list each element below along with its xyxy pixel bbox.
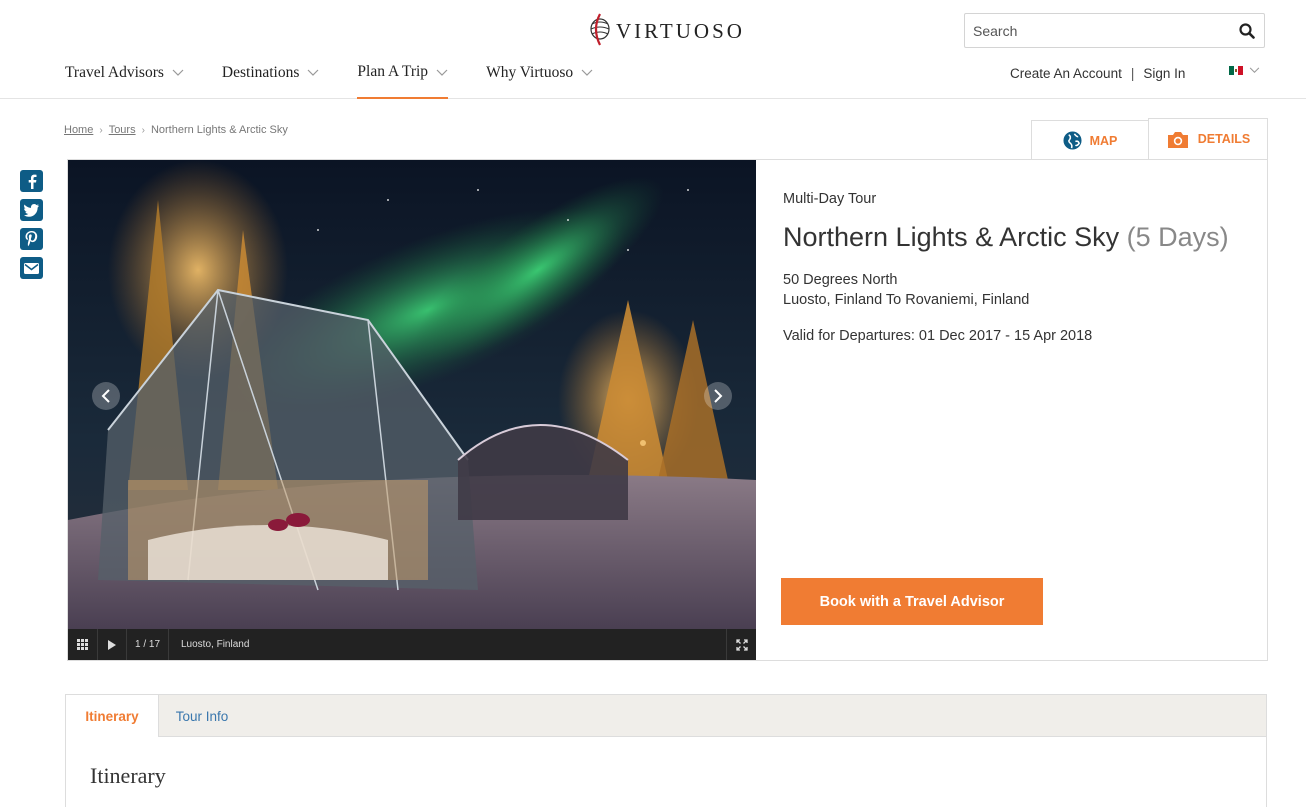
chevron-right-icon: › — [141, 124, 145, 136]
tour-duration: (5 Days) — [1126, 222, 1229, 252]
gallery-controls: 1 / 17 Luosto, Finland — [68, 629, 756, 660]
book-with-advisor-button[interactable]: Book with a Travel Advisor — [781, 578, 1043, 625]
account-links: Create An Account | Sign In — [1010, 66, 1185, 81]
grid-view-button[interactable] — [68, 629, 98, 660]
search-input[interactable] — [965, 14, 1230, 47]
site-header: Virtuoso Travel Advisors Destinations Pl… — [0, 0, 1306, 99]
chevron-down-icon — [436, 69, 448, 76]
nav-label: Destinations — [221, 64, 300, 81]
nav-label: Travel Advisors — [65, 64, 164, 81]
tab-itinerary[interactable]: Itinerary — [66, 695, 159, 737]
play-button[interactable] — [98, 629, 127, 660]
chevron-right-icon: › — [99, 124, 103, 136]
search-box — [964, 13, 1265, 48]
tab-details-label: DETAILS — [1197, 132, 1251, 146]
facebook-icon — [28, 174, 36, 189]
chevron-down-icon — [1249, 67, 1260, 73]
nav-label: Why Virtuoso — [486, 64, 574, 81]
virtuoso-logo[interactable]: Virtuoso — [588, 12, 745, 46]
facebook-share-button[interactable] — [20, 170, 43, 192]
gallery-photo[interactable] — [68, 160, 756, 629]
pinterest-share-button[interactable] — [20, 228, 43, 250]
twitter-icon — [24, 203, 39, 217]
photo-gallery: 1 / 17 Luosto, Finland — [68, 160, 756, 660]
fullscreen-button[interactable] — [726, 629, 756, 660]
tour-type: Multi-Day Tour — [783, 191, 877, 207]
nav-why-virtuoso[interactable]: Why Virtuoso — [486, 60, 593, 99]
email-share-button[interactable] — [20, 257, 43, 279]
breadcrumb-current: Northern Lights & Arctic Sky — [150, 124, 288, 136]
share-bar — [20, 170, 43, 279]
twitter-share-button[interactable] — [20, 199, 43, 221]
tour-valid-dates: Valid for Departures: 01 Dec 2017 - 15 A… — [783, 328, 1093, 344]
logo-text: Virtuoso — [616, 18, 745, 43]
tab-map[interactable]: MAP — [1031, 120, 1149, 160]
expand-icon — [735, 638, 748, 651]
gallery-next-button[interactable] — [704, 382, 732, 410]
play-icon — [108, 639, 116, 650]
nav-label: Plan A Trip — [357, 63, 429, 80]
main-nav: Travel Advisors Destinations Plan A Trip… — [65, 60, 631, 99]
mexico-flag-icon — [1229, 66, 1244, 75]
gallery-counter: 1 / 17 — [127, 629, 169, 660]
search-icon[interactable] — [1230, 14, 1264, 47]
nav-travel-advisors[interactable]: Travel Advisors — [65, 60, 184, 99]
tour-operator: 50 Degrees North — [783, 272, 898, 288]
tour-panel: 1 / 17 Luosto, Finland Multi-Day Tour No… — [67, 159, 1268, 661]
breadcrumb: Home › Tours › Northern Lights & Arctic … — [64, 124, 288, 136]
tour-route: Luosto, Finland To Rovaniemi, Finland — [783, 292, 1030, 308]
itinerary-section: Itinerary Tour Info Itinerary — [65, 694, 1267, 807]
grid-icon — [77, 639, 88, 650]
chevron-down-icon — [307, 69, 319, 76]
gallery-caption: Luosto, Finland — [181, 639, 250, 650]
email-icon — [24, 262, 39, 274]
nav-destinations[interactable]: Destinations — [222, 60, 320, 99]
tab-map-label: MAP — [1089, 133, 1118, 148]
itinerary-tabs: Itinerary Tour Info — [66, 695, 1266, 737]
language-selector[interactable] — [1229, 66, 1260, 75]
tour-title: Northern Lights & Arctic Sky (5 Days) — [783, 222, 1229, 253]
breadcrumb-home[interactable]: Home — [64, 124, 93, 136]
camera-icon — [1167, 131, 1188, 148]
itinerary-heading: Itinerary — [90, 763, 166, 788]
tab-details[interactable]: DETAILS — [1148, 118, 1268, 160]
gallery-prev-button[interactable] — [92, 382, 120, 410]
tour-title-text: Northern Lights & Arctic Sky — [783, 222, 1120, 252]
tab-tour-info[interactable]: Tour Info — [159, 695, 245, 737]
breadcrumb-tours[interactable]: Tours — [109, 124, 136, 136]
chevron-down-icon — [581, 69, 593, 76]
globe-icon — [1063, 131, 1082, 150]
create-account-link[interactable]: Create An Account — [1010, 66, 1122, 81]
chevron-right-icon — [714, 389, 723, 403]
sign-in-link[interactable]: Sign In — [1143, 66, 1185, 81]
nav-plan-a-trip[interactable]: Plan A Trip — [357, 60, 449, 99]
pinterest-icon — [25, 231, 38, 247]
chevron-left-icon — [101, 389, 110, 403]
globe-logo-icon — [590, 13, 610, 46]
chevron-down-icon — [172, 69, 184, 76]
account-separator: | — [1130, 66, 1135, 81]
